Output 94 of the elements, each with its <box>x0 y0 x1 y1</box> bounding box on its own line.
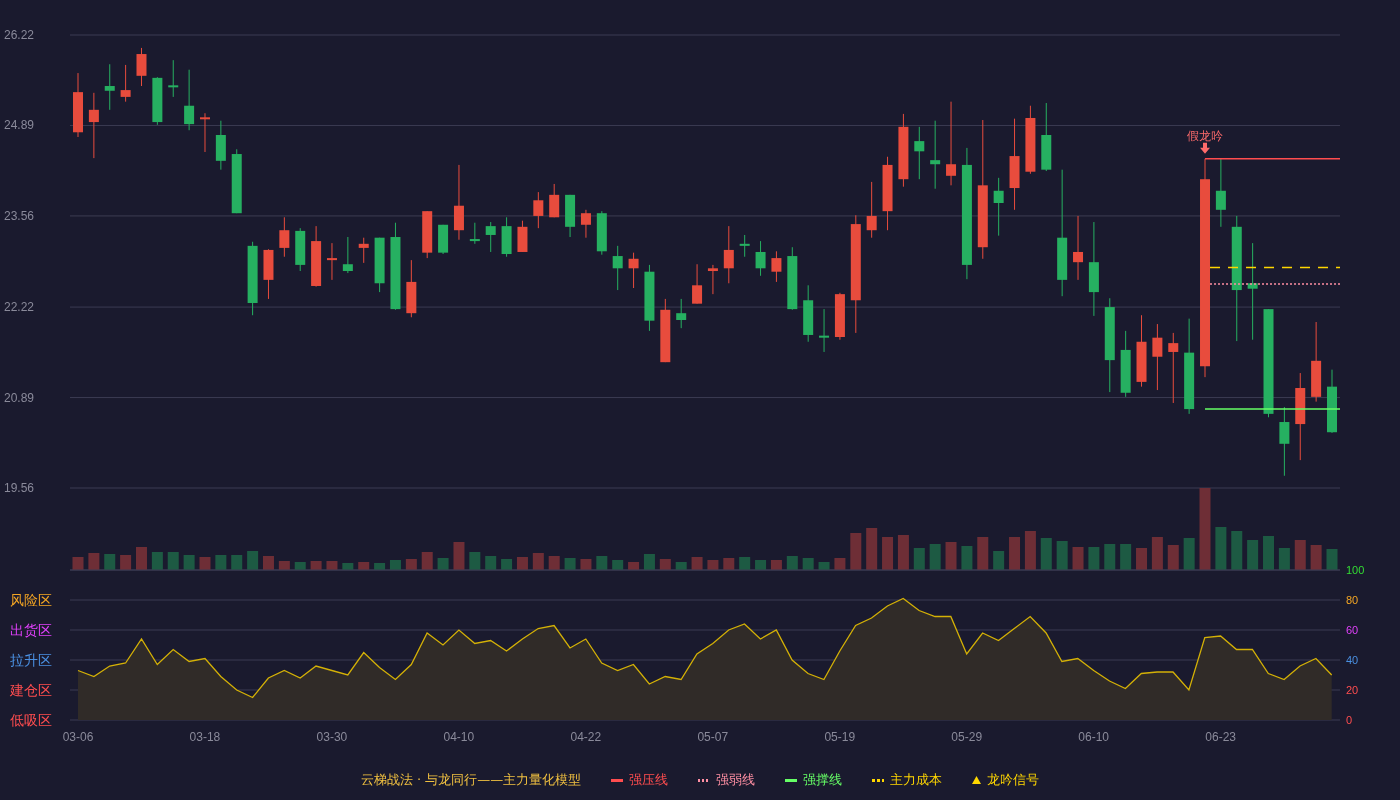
axis-label: 80 <box>1346 594 1359 606</box>
candlestick <box>930 120 941 190</box>
date-label: 03-18 <box>189 730 221 744</box>
date-label: 03-30 <box>316 730 348 744</box>
candlestick <box>422 210 433 259</box>
axis-label: 26.22 <box>4 28 35 42</box>
legend-label: 强压线 <box>629 771 669 789</box>
candlestick <box>834 292 845 341</box>
candlestick <box>104 63 115 111</box>
candlestick <box>152 76 163 126</box>
candlestick <box>771 250 782 283</box>
axis-label: 24.89 <box>4 118 35 133</box>
date-label: 04-10 <box>443 730 475 744</box>
axis-label: 20 <box>1346 684 1359 696</box>
candlestick <box>565 194 576 238</box>
zone-label: 拉升区 <box>10 652 52 668</box>
zone-label: 低吸区 <box>10 712 52 728</box>
zone-label: 风险区 <box>10 592 52 608</box>
candlestick <box>1025 105 1036 175</box>
candlestick <box>215 120 226 171</box>
axis-label: 60 <box>1346 624 1359 636</box>
candlestick <box>596 210 607 256</box>
zone-label: 建仓区 <box>10 682 52 698</box>
zone-label: 出货区 <box>10 622 52 638</box>
axis-label: 40 <box>1346 654 1359 666</box>
candlestick <box>1168 332 1179 404</box>
candlestick <box>1215 157 1226 228</box>
candlestick <box>358 237 369 264</box>
candlestick <box>993 177 1004 237</box>
candlestick <box>676 298 687 329</box>
date-label: 06-23 <box>1205 730 1236 744</box>
date-label: 05-19 <box>824 730 856 744</box>
axis-label: 0 <box>1346 714 1353 726</box>
candlestick <box>549 183 560 218</box>
candlestick <box>327 242 337 281</box>
candlestick <box>819 308 830 353</box>
candlestick <box>406 259 417 318</box>
candlestick <box>501 216 512 258</box>
candlestick <box>1120 330 1131 398</box>
candlestick <box>692 263 703 305</box>
legend-label: 龙吟信号 <box>987 771 1040 789</box>
candlestick <box>628 252 639 289</box>
candlestick <box>723 225 734 284</box>
candlestick <box>374 237 385 293</box>
candlestick <box>231 148 242 214</box>
candlestick <box>533 191 544 229</box>
candlestick <box>644 264 655 332</box>
candlestick <box>88 92 99 159</box>
candlestick <box>660 298 671 363</box>
candlestick <box>485 221 496 253</box>
date-label: 06-10 <box>1078 730 1110 744</box>
date-label: 05-29 <box>951 730 983 744</box>
candlestick <box>755 240 766 277</box>
candlestick <box>184 69 195 131</box>
down-arrow-icon <box>1200 142 1210 154</box>
candlestick <box>200 112 210 153</box>
candlestick <box>342 236 353 274</box>
candlestick <box>295 227 306 272</box>
candlestick <box>120 64 131 103</box>
date-label: 03-06 <box>62 730 94 744</box>
candlestick <box>168 59 179 98</box>
candlestick <box>1327 369 1337 434</box>
legend-label: 强弱线 <box>716 771 756 789</box>
axis-label: 19.56 <box>4 481 35 495</box>
candlestick <box>438 224 449 255</box>
axis-label: 100 <box>1346 564 1365 576</box>
candlestick <box>612 245 623 291</box>
candlestick <box>739 234 750 258</box>
candlestick <box>787 246 798 311</box>
candlestick <box>1279 406 1290 477</box>
legend-title: 云梯战法 · 与龙同行——主力量化模型 <box>360 771 582 789</box>
candlestick <box>263 248 274 300</box>
axis-label: 22.22 <box>4 300 35 315</box>
candlestick <box>311 225 322 288</box>
candlestick <box>136 47 147 87</box>
candlestick <box>517 220 528 253</box>
axis-label: 23.56 <box>4 208 35 223</box>
candlestick <box>803 284 814 343</box>
date-label: 04-22 <box>570 730 602 744</box>
candlestick <box>707 264 718 295</box>
legend-label: 强撑线 <box>803 771 843 789</box>
candlestick <box>469 222 480 245</box>
candlestick <box>580 209 591 239</box>
candlestick <box>914 126 925 180</box>
candlestick <box>1073 215 1084 281</box>
candlestick <box>1152 323 1163 391</box>
signal-label: 假龙吟 <box>1187 128 1223 143</box>
candlestick <box>1041 102 1052 172</box>
legend-label: 主力成本 <box>890 771 943 789</box>
candlestick <box>73 72 83 138</box>
candlestick <box>279 216 290 258</box>
axis-label: 20.89 <box>4 390 35 405</box>
date-label: 05-07 <box>697 730 729 744</box>
candlestick <box>866 181 877 239</box>
